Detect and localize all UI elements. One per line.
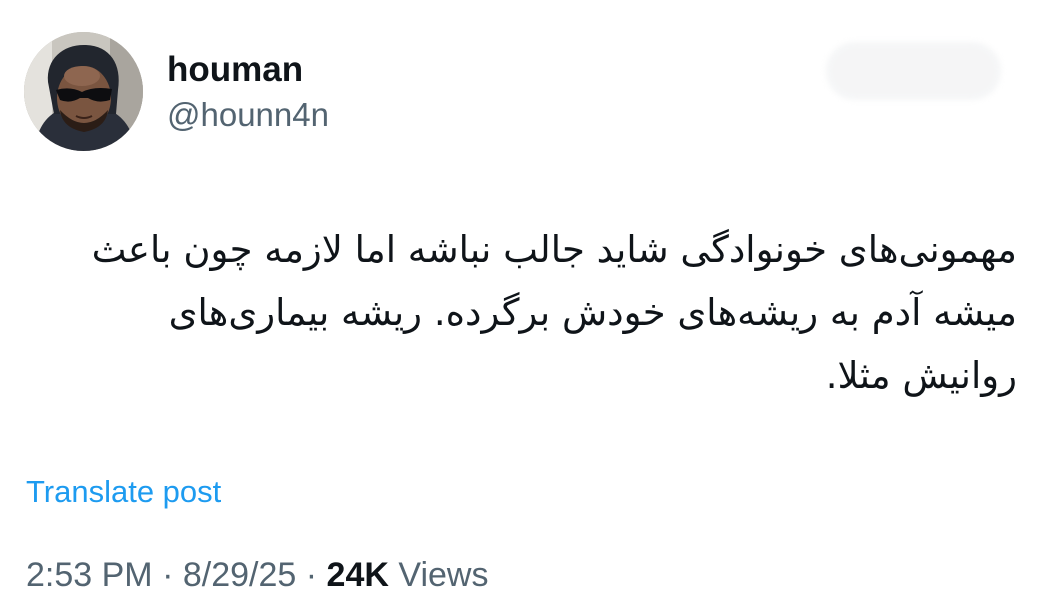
author-names: houman @hounn4n — [167, 48, 329, 136]
views-label[interactable]: Views — [398, 556, 488, 594]
views-count[interactable]: 24K — [327, 556, 389, 594]
meta-separator: · — [305, 556, 318, 594]
post-meta: 2:53 PM · 8/29/25 · 24K Views — [26, 553, 488, 597]
post-card: houman @hounn4n مهمونی‌های خونوادگی شاید… — [0, 0, 1045, 600]
avatar-image — [24, 32, 143, 151]
post-time[interactable]: 2:53 PM — [26, 556, 153, 594]
meta-separator: · — [162, 556, 174, 594]
author-display-name[interactable]: houman — [167, 48, 329, 92]
post-header: houman @hounn4n — [24, 32, 329, 151]
post-text: مهمونی‌های خونوادگی شاید جالب نباشه اما … — [79, 228, 1017, 397]
blurred-follow-button — [826, 42, 1001, 100]
avatar[interactable] — [24, 32, 143, 151]
post-date[interactable]: 8/29/25 — [183, 556, 296, 594]
translate-post-link[interactable]: Translate post — [26, 472, 221, 512]
author-handle[interactable]: @hounn4n — [167, 94, 329, 136]
